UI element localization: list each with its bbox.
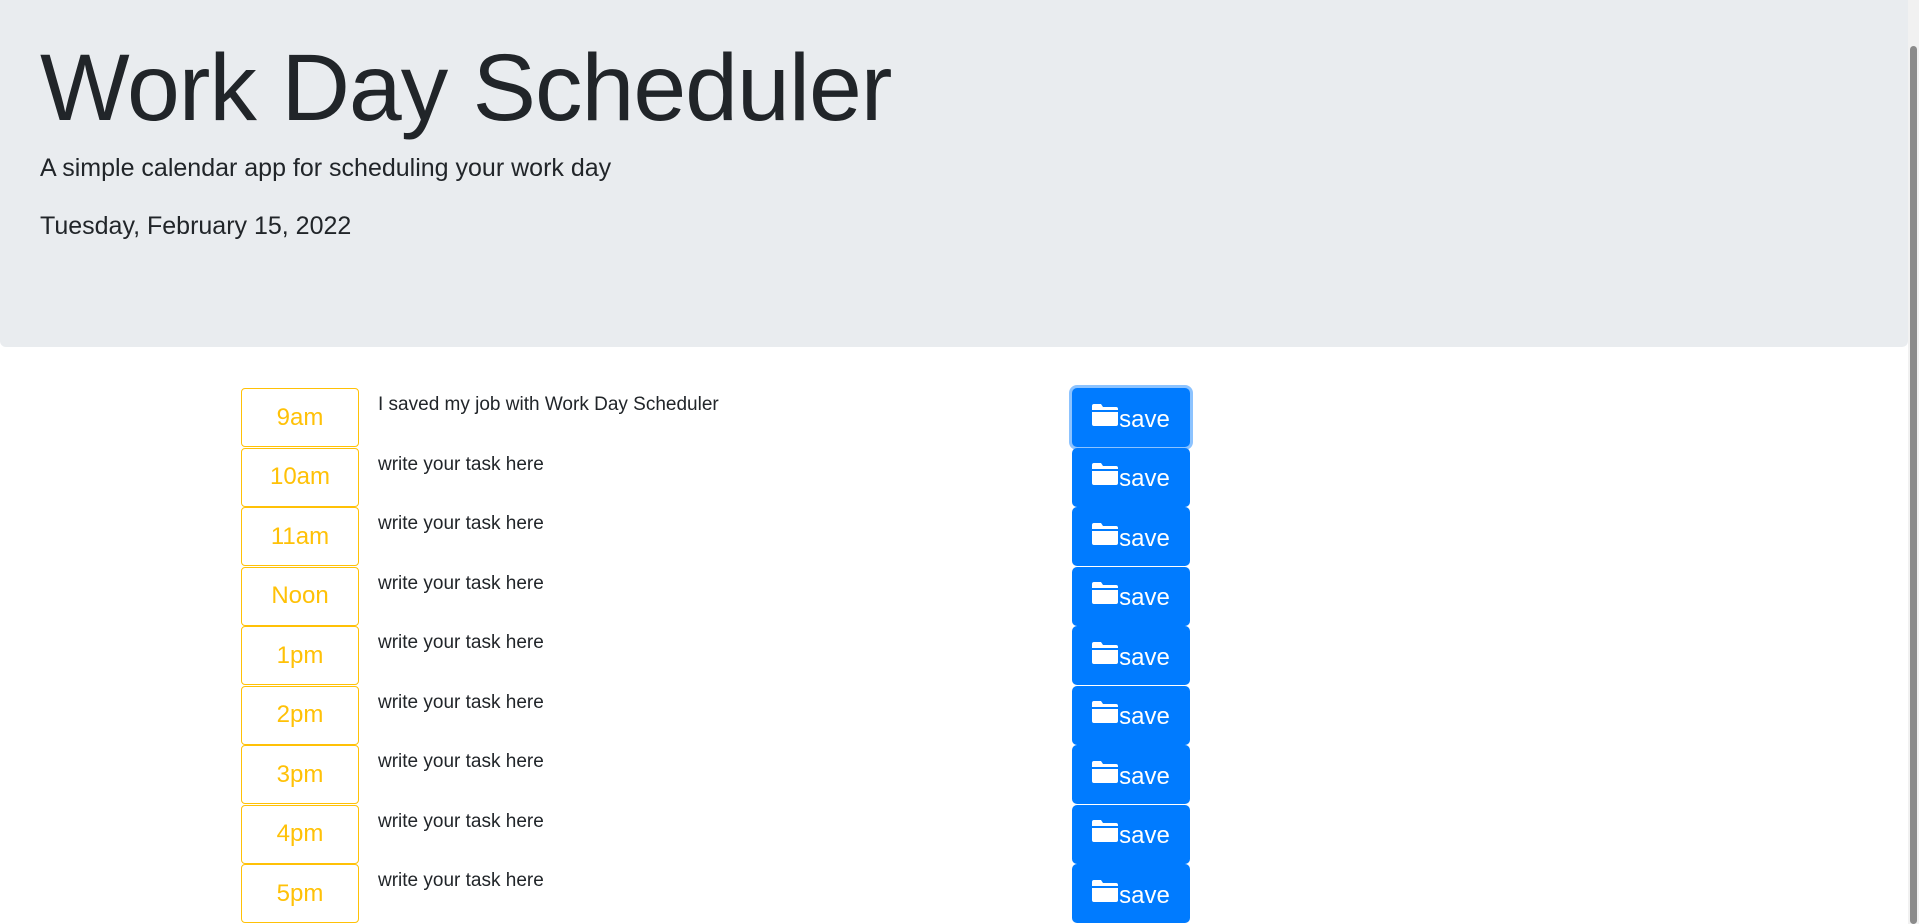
save-label: save: [1119, 584, 1170, 611]
folder-icon: [1092, 582, 1119, 604]
folder-icon: [1092, 701, 1119, 723]
save-label: save: [1119, 643, 1170, 671]
task-input[interactable]: write your task here: [378, 869, 1098, 917]
time-block-row: Noon write your task here save: [241, 566, 1191, 627]
page-subtitle: A simple calendar app for scheduling you…: [40, 154, 612, 182]
hour-label: 4pm: [241, 804, 359, 864]
save-button[interactable]: save: [1072, 745, 1190, 804]
time-block-row: 3pm write your task here save: [241, 745, 1191, 805]
save-button[interactable]: save: [1072, 864, 1190, 923]
hour-label: 3pm: [241, 745, 359, 804]
scrollbar-thumb[interactable]: [1910, 46, 1917, 924]
hour-label: Noon: [241, 566, 359, 626]
folder-icon: [1092, 820, 1119, 842]
task-input[interactable]: write your task here: [378, 750, 1098, 798]
time-block-row: 2pm write your task here save: [241, 685, 1191, 746]
vertical-scrollbar[interactable]: [1908, 0, 1919, 924]
folder-icon: [1092, 463, 1119, 485]
task-input[interactable]: write your task here: [378, 809, 1098, 858]
time-block-row: 9am I saved my job with Work Day Schedul…: [241, 388, 1191, 448]
save-button[interactable]: save: [1072, 685, 1190, 745]
folder-icon: [1092, 641, 1119, 664]
save-label: save: [1119, 703, 1170, 730]
save-button[interactable]: save: [1072, 804, 1190, 864]
folder-icon: [1092, 879, 1119, 902]
task-input[interactable]: write your task here: [378, 690, 1098, 739]
task-input[interactable]: write your task here: [378, 452, 1098, 501]
save-button[interactable]: save: [1072, 566, 1190, 626]
time-block-row: 4pm write your task here save: [241, 804, 1191, 865]
time-block-row: 10am write your task here save: [241, 447, 1191, 508]
save-button[interactable]: save: [1072, 626, 1190, 685]
hour-label: 10am: [241, 447, 359, 507]
hour-label: 1pm: [241, 626, 359, 685]
save-label: save: [1119, 822, 1170, 849]
folder-icon: [1092, 760, 1119, 783]
time-block-row: 11am write your task here save: [241, 507, 1191, 567]
page-title: Work Day Scheduler: [40, 35, 892, 141]
save-label: save: [1119, 524, 1170, 552]
header-jumbotron: Work Day Scheduler A simple calendar app…: [0, 0, 1908, 347]
time-block-row: 5pm write your task here save: [241, 864, 1191, 924]
hour-label: 2pm: [241, 685, 359, 745]
save-label: save: [1119, 762, 1170, 790]
hour-label: 5pm: [241, 864, 359, 923]
hour-label: 11am: [241, 507, 359, 566]
hour-label: 9am: [241, 388, 359, 447]
save-label: save: [1119, 465, 1170, 492]
page: Work Day Scheduler A simple calendar app…: [0, 0, 1919, 924]
save-button[interactable]: save: [1072, 388, 1190, 447]
save-button[interactable]: save: [1072, 447, 1190, 507]
task-input[interactable]: write your task here: [378, 571, 1098, 620]
save-button[interactable]: save: [1072, 507, 1190, 566]
task-input[interactable]: write your task here: [378, 512, 1098, 560]
folder-icon: [1092, 522, 1119, 545]
folder-icon: [1092, 403, 1119, 426]
task-input[interactable]: I saved my job with Work Day Scheduler: [378, 393, 1098, 441]
task-input[interactable]: write your task here: [378, 631, 1098, 679]
time-block-row: 1pm write your task here save: [241, 626, 1191, 686]
schedule-container: 9am I saved my job with Work Day Schedul…: [241, 388, 1191, 924]
save-label: save: [1119, 881, 1170, 909]
save-label: save: [1119, 405, 1170, 433]
current-date: Tuesday, February 15, 2022: [40, 212, 352, 240]
